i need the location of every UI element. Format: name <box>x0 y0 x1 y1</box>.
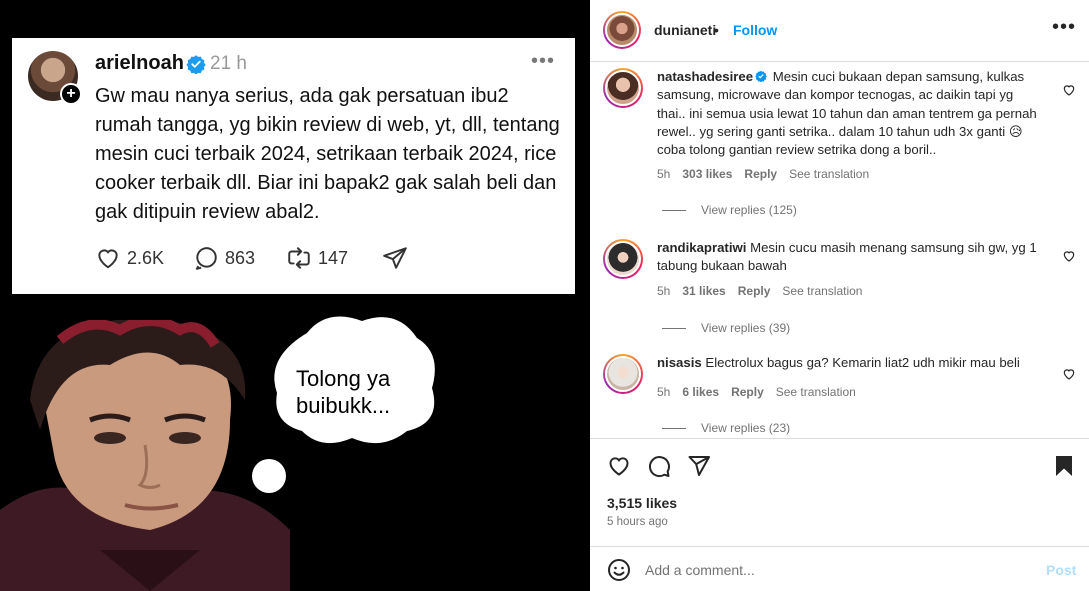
post-side-panel: dunianeti • Follow ••• natashadesiree Me… <box>590 0 1089 591</box>
like-heart-icon[interactable] <box>607 454 631 478</box>
post-media[interactable]: + arielnoah 21 h ••• Gw mau nanya serius… <box>0 0 590 591</box>
share-icon[interactable] <box>687 454 711 478</box>
see-translation-button[interactable]: See translation <box>776 385 856 399</box>
follow-button[interactable]: Follow <box>733 22 777 38</box>
comment-icon[interactable] <box>647 454 671 478</box>
more-options-icon[interactable]: ••• <box>1052 16 1076 39</box>
share-icon <box>383 247 407 269</box>
post-actions-bar: 3,515 likes 5 hours ago <box>590 438 1089 546</box>
commenter-avatar[interactable] <box>603 354 643 394</box>
tweet-follow-plus-icon: + <box>60 83 82 105</box>
comment-likes[interactable]: 31 likes <box>682 284 725 298</box>
heart-icon <box>98 249 118 269</box>
replies-divider-line <box>662 427 686 429</box>
view-replies-label: View replies (23) <box>701 421 791 435</box>
comment-meta: 5h 303 likes Reply See translation <box>657 167 869 181</box>
separator-dot: • <box>714 22 719 38</box>
add-comment-bar: Post <box>590 546 1089 591</box>
comment-meta: 5h 6 likes Reply See translation <box>657 385 856 399</box>
comment-like-heart-icon[interactable] <box>1062 249 1076 263</box>
tweet-username: arielnoah <box>95 52 184 74</box>
comment-likes[interactable]: 6 likes <box>682 385 719 399</box>
view-replies-label: View replies (125) <box>701 203 797 217</box>
commenter-avatar[interactable] <box>603 239 643 279</box>
comment-text: natashadesiree Mesin cuci bukaan depan s… <box>657 68 1045 159</box>
author-username[interactable]: dunianeti <box>654 22 716 38</box>
replies-divider-line <box>662 327 686 329</box>
post-timestamp: 5 hours ago <box>607 516 668 528</box>
comment-time: 5h <box>657 167 671 181</box>
reply-button[interactable]: Reply <box>731 385 764 399</box>
emoji-icon[interactable] <box>607 558 631 582</box>
reply-button[interactable]: Reply <box>738 284 771 298</box>
commenter-avatar[interactable] <box>603 68 643 108</box>
tweet-reply: 863 <box>193 245 255 271</box>
post-header: dunianeti • Follow ••• <box>590 0 1089 62</box>
thought-bubble-line-1: Tolong ya <box>296 366 391 391</box>
tweet-actions: 2.6K 863 147 <box>95 245 555 273</box>
tweet-repost: 147 <box>286 245 348 271</box>
comment-likes[interactable]: 303 likes <box>682 167 732 181</box>
bookmark-icon[interactable] <box>1052 454 1076 478</box>
tweet-reply-count: 863 <box>225 247 256 268</box>
view-replies-button[interactable]: View replies (23) <box>662 421 790 435</box>
author-avatar[interactable] <box>603 11 641 49</box>
comment-time: 5h <box>657 385 671 399</box>
repost-icon <box>288 247 310 269</box>
thought-bubble-text: Tolong ya buibukk... <box>296 365 390 419</box>
verified-badge-icon <box>755 70 767 82</box>
tweet-body: Gw mau nanya serius, ada gak persatuan i… <box>95 85 560 223</box>
tweet-like: 2.6K <box>95 245 164 271</box>
view-replies-button[interactable]: View replies (125) <box>662 203 797 217</box>
comment-input[interactable] <box>645 559 1025 581</box>
post-comment-button[interactable]: Post <box>1046 562 1076 578</box>
comment-like-heart-icon[interactable] <box>1062 367 1076 381</box>
tweet-repost-count: 147 <box>318 247 349 268</box>
see-translation-button[interactable]: See translation <box>789 167 869 181</box>
view-replies-button[interactable]: View replies (39) <box>662 321 790 335</box>
comment-text: randikapratiwi Mesin cucu masih menang s… <box>657 239 1045 276</box>
comment-like-heart-icon[interactable] <box>1062 83 1076 97</box>
comment-icon <box>195 247 217 270</box>
thought-bubble-dot <box>252 459 286 493</box>
comment-text: nisasis Electrolux bagus ga? Kemarin lia… <box>657 354 1045 372</box>
man-portrait-image <box>0 320 290 591</box>
replies-divider-line <box>662 209 686 211</box>
see-translation-button[interactable]: See translation <box>782 284 862 298</box>
comments-list[interactable]: natashadesiree Mesin cuci bukaan depan s… <box>590 62 1089 438</box>
commenter-username[interactable]: randikapratiwi <box>657 240 746 255</box>
commenter-username[interactable]: natashadesiree <box>657 69 753 84</box>
tweet-share <box>382 245 414 271</box>
comment-meta: 5h 31 likes Reply See translation <box>657 284 862 298</box>
likes-count[interactable]: 3,515 likes <box>607 495 677 511</box>
thought-bubble-line-2: buibukk... <box>296 393 391 418</box>
reply-button[interactable]: Reply <box>744 167 777 181</box>
verified-badge-icon <box>186 55 206 74</box>
tweet-more-icon: ••• <box>531 50 556 72</box>
tweet-like-count: 2.6K <box>127 247 165 268</box>
tweet-screenshot: + arielnoah 21 h ••• Gw mau nanya serius… <box>12 38 575 294</box>
tweet-time: 21 h <box>210 53 247 74</box>
view-replies-label: View replies (39) <box>701 321 791 335</box>
comment-time: 5h <box>657 284 671 298</box>
commenter-username[interactable]: nisasis <box>657 355 702 370</box>
comment-body: Electrolux bagus ga? Kemarin liat2 udh m… <box>705 355 1020 370</box>
